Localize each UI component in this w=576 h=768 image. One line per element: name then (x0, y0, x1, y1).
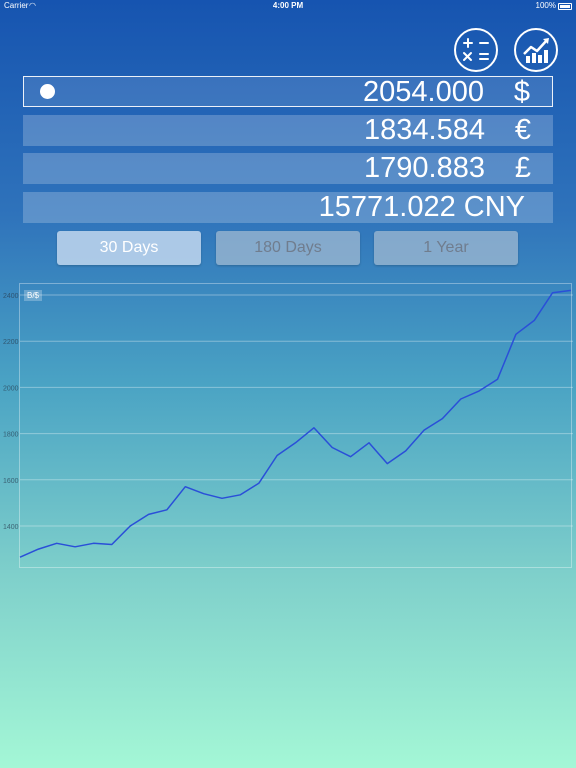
rate-row-usd[interactable]: 2054.000 $ (23, 76, 553, 108)
calculator-icon (463, 38, 489, 61)
rate-row-cny[interactable]: 15771.022 CNY (23, 192, 553, 223)
price-chart-canvas: 2400 2200 2000 1800 1600 1400 (3, 289, 573, 558)
y-tick-label: 1800 (3, 432, 19, 439)
y-tick-label: 1400 (3, 524, 19, 531)
rate-value: 1834.584 (364, 114, 485, 146)
y-tick-label: 2200 (3, 339, 19, 346)
rate-unit: £ (514, 152, 531, 184)
price-chart[interactable]: 2400 2200 2000 1800 1600 1400 B/$ (3, 283, 573, 568)
period-1-year-button[interactable]: 1 Year (374, 231, 518, 265)
trend-chart-button[interactable] (514, 28, 558, 72)
trend-chart-icon (523, 38, 549, 63)
period-180-days-button[interactable]: 180 Days (216, 231, 360, 265)
selected-indicator (40, 84, 55, 99)
rate-value: 2054.000 (363, 76, 484, 108)
y-tick-label: 1600 (3, 478, 19, 485)
calculator-button[interactable] (454, 28, 498, 72)
price-line-series (19, 289, 572, 558)
battery-icon (558, 3, 572, 10)
battery-percent: 100% (535, 1, 556, 10)
rate-unit: $ (513, 76, 530, 108)
period-30-days-button[interactable]: 30 Days (57, 231, 201, 265)
rate-row-eur[interactable]: 1834.584 € (23, 115, 553, 146)
y-tick-label: 2000 (3, 385, 19, 392)
y-tick-label: 2400 (3, 293, 19, 300)
chart-unit-label: B/$ (24, 290, 43, 301)
rate-value: 1790.883 (364, 152, 485, 184)
rate-row-gbp[interactable]: 1790.883 £ (23, 153, 553, 184)
rate-unit: € (514, 114, 531, 146)
clock: 4:00 PM (272, 1, 304, 10)
rate-value: 15771.022 CNY (318, 191, 525, 223)
status-bar: Carrier ◠ 4:00 PM 100% (0, 0, 576, 12)
